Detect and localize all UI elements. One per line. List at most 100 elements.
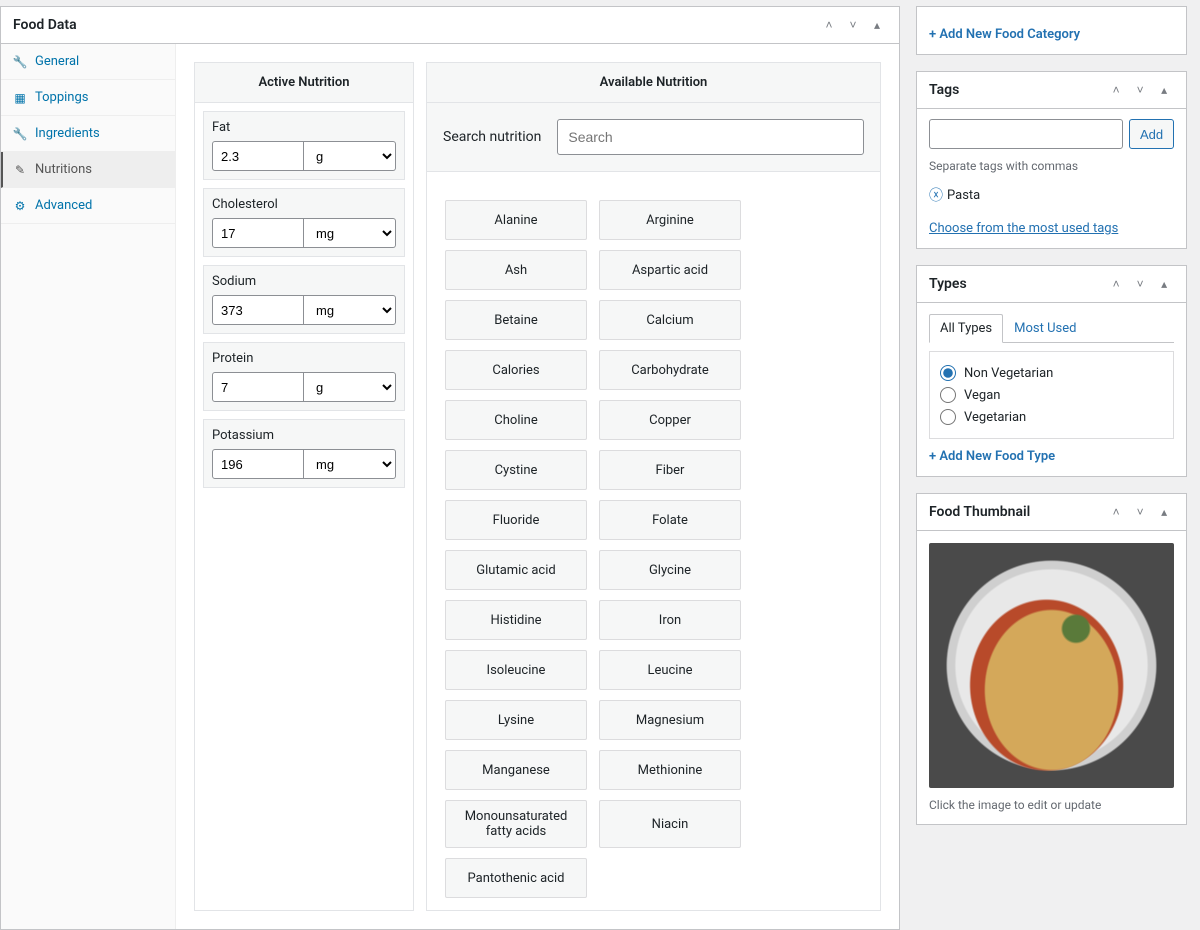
nutrition-label: Cholesterol	[212, 197, 396, 212]
nutrition-pill[interactable]: Aspartic acid	[599, 250, 741, 290]
type-radio[interactable]	[940, 365, 956, 381]
remove-tag-icon[interactable]: ⓧ	[929, 185, 943, 205]
food-data-header: Food Data ˄ ˅ ▴	[1, 7, 899, 44]
nutrition-pill[interactable]: Calories	[445, 350, 587, 390]
nutrition-unit-select[interactable]: mg	[304, 449, 396, 479]
nutrition-unit-select[interactable]: mg	[304, 295, 396, 325]
chevron-down-icon[interactable]: ˅	[1130, 80, 1150, 100]
nutrition-pill[interactable]: Histidine	[445, 600, 587, 640]
chevron-up-icon[interactable]: ˄	[819, 15, 839, 35]
nutrition-pill[interactable]: Calcium	[599, 300, 741, 340]
thumbnail-caption: Click the image to edit or update	[929, 798, 1174, 812]
nav-item-general[interactable]: 🔧 General	[1, 44, 175, 80]
tag-chip-label: Pasta	[947, 188, 980, 203]
food-data-content: Active Nutrition FatgCholesterolmgSodium…	[176, 44, 899, 929]
add-food-type-link[interactable]: + Add New Food Type	[929, 449, 1174, 464]
nutrition-pill[interactable]: Lysine	[445, 700, 587, 740]
add-tag-button[interactable]: Add	[1129, 119, 1174, 149]
caret-up-icon[interactable]: ▴	[1154, 80, 1174, 100]
type-option[interactable]: Vegan	[940, 384, 1163, 406]
nutrition-pill[interactable]: Cystine	[445, 450, 587, 490]
nav-item-label: Nutritions	[35, 162, 92, 177]
panel-controls: ˄ ˅ ▴	[819, 15, 887, 35]
chevron-up-icon[interactable]: ˄	[1106, 80, 1126, 100]
nutrition-pill[interactable]: Carbohydrate	[599, 350, 741, 390]
tag-chip-pasta: ⓧ Pasta	[929, 185, 980, 205]
nutrition-pill[interactable]: Ash	[445, 250, 587, 290]
nutrition-pill[interactable]: Fiber	[599, 450, 741, 490]
chevron-down-icon[interactable]: ˅	[843, 15, 863, 35]
wrench-icon: 🔧	[13, 55, 27, 69]
nutrition-label: Protein	[212, 351, 396, 366]
nutrition-label: Potassium	[212, 428, 396, 443]
search-label: Search nutrition	[443, 129, 541, 145]
tab-all-types[interactable]: All Types	[929, 314, 1003, 343]
nav-item-advanced[interactable]: ⚙Advanced	[1, 188, 175, 224]
types-panel: Types ˄ ˅ ▴ All TypesMost Used Non Veget…	[916, 265, 1187, 477]
nutrition-label: Sodium	[212, 274, 396, 289]
active-nutrition-title: Active Nutrition	[195, 63, 413, 103]
nutrition-pill[interactable]: Manganese	[445, 750, 587, 790]
nutrition-pill[interactable]: Iron	[599, 600, 741, 640]
chevron-up-icon[interactable]: ˄	[1106, 274, 1126, 294]
nutrition-pill[interactable]: Glutamic acid	[445, 550, 587, 590]
tab-most-used[interactable]: Most Used	[1003, 314, 1087, 343]
nutrition-unit-select[interactable]: mg	[304, 218, 396, 248]
choose-tags-link[interactable]: Choose from the most used tags	[929, 221, 1174, 236]
nutrition-unit-select[interactable]: g	[304, 372, 396, 402]
nutrition-pill[interactable]: Fluoride	[445, 500, 587, 540]
grid-icon: ▦	[13, 91, 27, 105]
nutrition-value-input[interactable]	[212, 218, 304, 248]
chevron-down-icon[interactable]: ˅	[1130, 274, 1150, 294]
nutrition-pill[interactable]: Pantothenic acid	[445, 858, 587, 898]
caret-up-icon[interactable]: ▴	[867, 15, 887, 35]
food-thumbnail-image[interactable]	[929, 543, 1174, 788]
search-input[interactable]	[557, 119, 864, 155]
gear-icon: ⚙	[13, 199, 27, 213]
nutrition-pill[interactable]: Alanine	[445, 200, 587, 240]
type-radio[interactable]	[940, 409, 956, 425]
available-nutrition-list: Alanine Arginine Ash Aspartic acid Betaine Ca…	[427, 172, 880, 910]
nutrition-pill[interactable]: Glycine	[599, 550, 741, 590]
nutrition-pill[interactable]: Arginine	[599, 200, 741, 240]
nutrition-unit-select[interactable]: g	[304, 141, 396, 171]
caret-up-icon[interactable]: ▴	[1154, 274, 1174, 294]
nutrition-pill[interactable]: Isoleucine	[445, 650, 587, 690]
nutrition-value-input[interactable]	[212, 141, 304, 171]
nutrition-value-input[interactable]	[212, 449, 304, 479]
food-thumbnail-panel: Food Thumbnail ˄ ˅ ▴ Click the image to …	[916, 493, 1187, 825]
nutrition-label: Fat	[212, 120, 396, 135]
type-option[interactable]: Non Vegetarian	[940, 362, 1163, 384]
nutrition-pill[interactable]: Folate	[599, 500, 741, 540]
nutrition-pill[interactable]: Leucine	[599, 650, 741, 690]
add-food-category-link[interactable]: + Add New Food Category	[929, 27, 1174, 42]
nutrition-card-fat: Fat g	[203, 111, 405, 180]
nutrition-card-sodium: Sodium mg	[203, 265, 405, 334]
nutrition-pill[interactable]: Methionine	[599, 750, 741, 790]
caret-up-icon[interactable]: ▴	[1154, 502, 1174, 522]
nutrition-pill[interactable]: Monounsaturated fatty acids	[445, 800, 587, 848]
chevron-down-icon[interactable]: ˅	[1130, 502, 1150, 522]
nav-item-label: General	[35, 54, 79, 69]
tags-input[interactable]	[929, 119, 1123, 149]
panel-title: Food Data	[13, 17, 77, 33]
type-option[interactable]: Vegetarian	[940, 406, 1163, 428]
nutrition-pill[interactable]: Choline	[445, 400, 587, 440]
nav-item-toppings[interactable]: ▦Toppings	[1, 80, 175, 116]
type-radio[interactable]	[940, 387, 956, 403]
nutrition-value-input[interactable]	[212, 295, 304, 325]
nav-item-ingredients[interactable]: 🔧Ingredients	[1, 116, 175, 152]
type-label: Vegan	[964, 388, 1000, 403]
food-categories-panel: + Add New Food Category	[916, 6, 1187, 55]
nav-item-nutritions[interactable]: ✎Nutritions	[1, 152, 175, 188]
food-data-side-nav: 🔧 General ▦Toppings🔧Ingredients✎Nutritions…	[1, 44, 176, 929]
food-data-panel: Food Data ˄ ˅ ▴ 🔧 General ▦Toppings🔧Ingred…	[0, 6, 900, 930]
nutrition-value-input[interactable]	[212, 372, 304, 402]
nutrition-pill[interactable]: Betaine	[445, 300, 587, 340]
types-tabs: All TypesMost Used	[929, 313, 1174, 343]
nutrition-pill[interactable]: Niacin	[599, 800, 741, 848]
nav-item-label: Ingredients	[35, 126, 100, 141]
nutrition-pill[interactable]: Magnesium	[599, 700, 741, 740]
nutrition-pill[interactable]: Copper	[599, 400, 741, 440]
chevron-up-icon[interactable]: ˄	[1106, 502, 1126, 522]
